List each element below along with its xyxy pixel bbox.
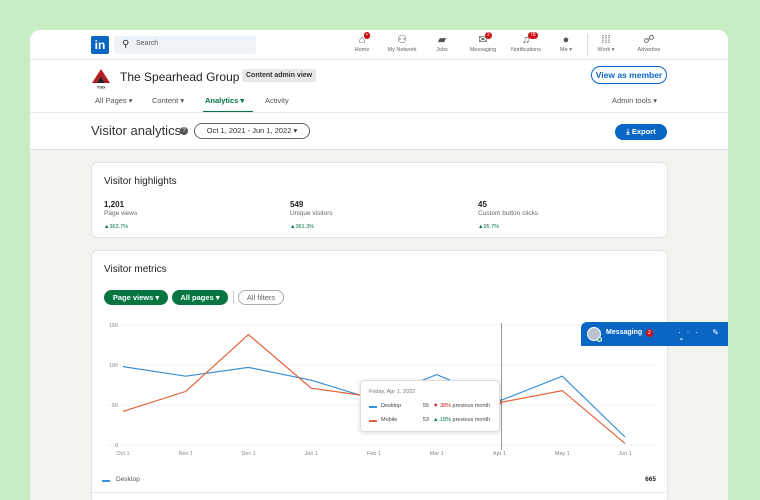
y-tick-label: 50 bbox=[112, 403, 118, 409]
chart-tooltip: Friday, Apr 1, 2022 Desktop 55 ▼ 38% pre… bbox=[360, 380, 500, 432]
tooltip-mobile-change: ▲ 18% previous month bbox=[433, 417, 491, 423]
messaging-label[interactable]: Messaging bbox=[606, 329, 642, 336]
y-tick-label: 100 bbox=[109, 363, 118, 369]
series-total-value: 665 bbox=[645, 476, 656, 483]
series-total-name: Desktop bbox=[116, 476, 140, 483]
online-status-dot bbox=[597, 337, 602, 342]
x-tick-label: Dec 1 bbox=[241, 451, 255, 457]
y-tick-label: 0 bbox=[115, 443, 118, 449]
desktop-swatch bbox=[369, 406, 377, 408]
legend-divider bbox=[90, 492, 668, 493]
mobile-swatch bbox=[369, 420, 377, 422]
x-tick-label: Jan 1 bbox=[305, 451, 318, 457]
x-tick-label: Apr 1 bbox=[493, 451, 506, 457]
x-tick-label: Jun 1 bbox=[618, 451, 631, 457]
messaging-controls-icon[interactable]: ··· ✎ ⌃ bbox=[678, 328, 728, 346]
tooltip-desktop-change: ▼ 38% previous month bbox=[433, 403, 491, 409]
x-tick-label: Oct 1 bbox=[116, 451, 129, 457]
tooltip-date: Friday, Apr 1, 2022 bbox=[369, 389, 416, 395]
x-tick-label: May 1 bbox=[555, 451, 570, 457]
app-window: in ⚲ Search ⌂ • Home ⚇ My Network ▰ Jobs … bbox=[30, 30, 728, 500]
y-tick-label: 150 bbox=[109, 323, 118, 329]
x-tick-label: Mar 1 bbox=[430, 451, 444, 457]
x-tick-label: Nov 1 bbox=[179, 451, 193, 457]
desktop-legend-swatch bbox=[102, 480, 110, 482]
messaging-unread-badge: 2 bbox=[646, 329, 653, 337]
messaging-widget[interactable]: Messaging 2 ··· ✎ ⌃ bbox=[581, 322, 728, 346]
x-tick-label: Feb 1 bbox=[367, 451, 381, 457]
